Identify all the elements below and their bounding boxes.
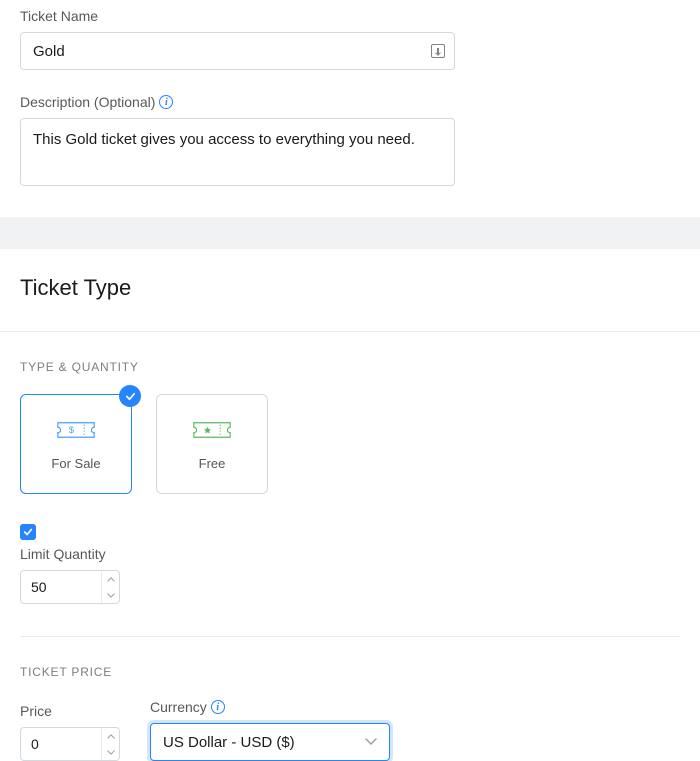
for-sale-label: For Sale <box>51 456 100 471</box>
ticket-dollar-icon: $ <box>56 418 96 442</box>
info-icon[interactable]: i <box>159 95 173 109</box>
quantity-input[interactable] <box>21 571 101 603</box>
input-save-icon <box>431 44 445 58</box>
svg-text:$: $ <box>69 425 74 435</box>
section-title: Ticket Type <box>0 249 700 331</box>
price-input[interactable] <box>21 728 101 760</box>
chevron-down-icon <box>107 593 115 598</box>
quantity-up-button[interactable] <box>102 571 119 587</box>
description-label: Description (Optional) i <box>20 94 680 110</box>
ticket-star-icon <box>192 418 232 442</box>
info-icon[interactable]: i <box>211 700 225 714</box>
price-stepper[interactable] <box>20 727 120 761</box>
ticket-price-label: TICKET PRICE <box>0 637 700 699</box>
chevron-up-icon <box>107 734 115 739</box>
price-down-button[interactable] <box>102 744 119 760</box>
description-label-text: Description (Optional) <box>20 94 155 110</box>
description-textarea[interactable]: This Gold ticket gives you access to eve… <box>20 118 455 186</box>
chevron-down-icon <box>365 733 377 751</box>
selected-check-icon <box>119 385 141 407</box>
currency-select[interactable]: US Dollar - USD ($) <box>150 723 390 761</box>
ticket-name-input-wrapper <box>20 32 455 70</box>
chevron-down-icon <box>107 750 115 755</box>
currency-label: Currency i <box>150 699 390 715</box>
currency-label-text: Currency <box>150 699 207 715</box>
type-card-for-sale[interactable]: $ For Sale <box>20 394 132 494</box>
price-label: Price <box>20 703 120 719</box>
limit-quantity-label: Limit Quantity <box>0 546 700 570</box>
limit-quantity-checkbox[interactable] <box>20 524 36 540</box>
ticket-name-label: Ticket Name <box>20 8 680 24</box>
ticket-name-input[interactable] <box>20 32 455 70</box>
quantity-stepper[interactable] <box>20 570 120 604</box>
currency-value-text: US Dollar - USD ($) <box>163 734 295 751</box>
price-up-button[interactable] <box>102 728 119 744</box>
section-divider-band <box>0 217 700 249</box>
free-label: Free <box>199 456 226 471</box>
quantity-down-button[interactable] <box>102 587 119 603</box>
type-card-free[interactable]: Free <box>156 394 268 494</box>
type-quantity-label: TYPE & QUANTITY <box>0 332 700 394</box>
chevron-up-icon <box>107 577 115 582</box>
